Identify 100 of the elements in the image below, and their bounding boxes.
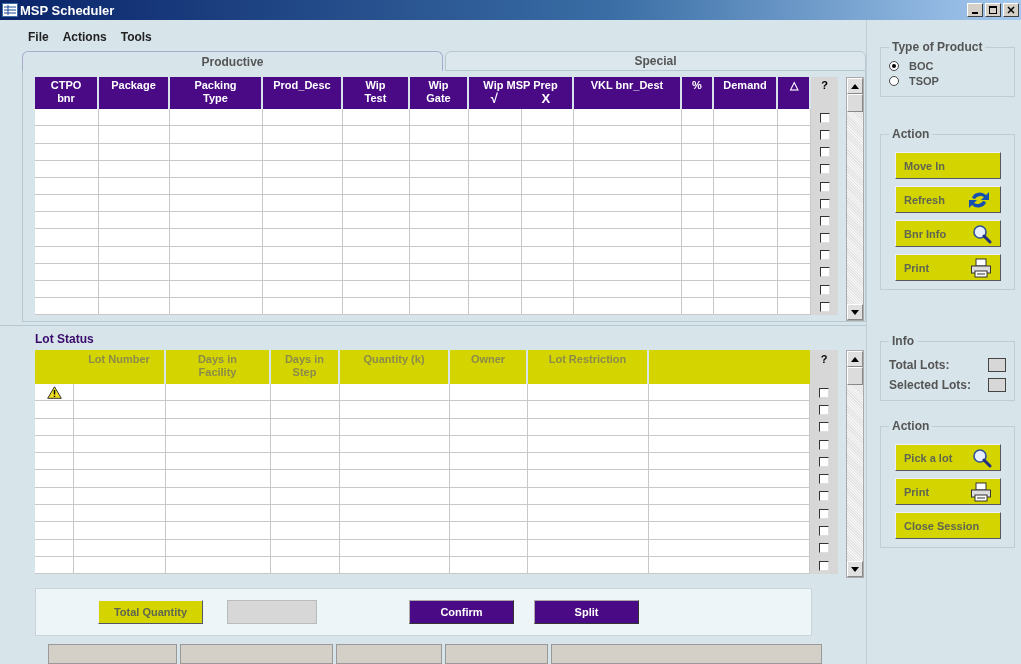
row-checkbox[interactable] [819, 404, 829, 415]
column-header: Wip Test [343, 77, 410, 110]
row-checkbox[interactable] [819, 456, 829, 467]
field-label: Selected Lots: [889, 378, 972, 392]
column-header: △ [778, 77, 811, 110]
minimize-button[interactable] [967, 3, 983, 17]
table-cell [410, 195, 469, 213]
row-checkbox[interactable] [819, 439, 829, 450]
table-cell [714, 195, 778, 213]
column-header: Quantity (k) [340, 350, 450, 384]
row-checkbox[interactable] [819, 181, 830, 192]
row-checkbox[interactable] [819, 250, 830, 261]
column-header: Days in Step [271, 350, 340, 384]
menu-item[interactable]: Actions [62, 30, 107, 49]
table-cell [522, 212, 574, 230]
radio-label[interactable]: BOC [909, 59, 934, 72]
close-icon[interactable] [1007, 6, 1015, 14]
column-header: Lot Number [74, 350, 166, 384]
tab[interactable]: Productive [22, 51, 443, 72]
menu-item[interactable]: File [28, 30, 49, 49]
scrollbar[interactable] [846, 77, 864, 322]
table-cell [469, 281, 522, 299]
radio-button[interactable] [889, 75, 899, 86]
down-arrow-icon[interactable] [851, 566, 859, 572]
row-checkbox[interactable] [819, 474, 829, 485]
row-checkbox[interactable] [819, 215, 830, 226]
row-checkbox[interactable] [819, 267, 830, 278]
column-header: Lot Restriction [528, 350, 649, 384]
maximize-icon[interactable] [989, 6, 997, 14]
column-header: % [682, 77, 714, 110]
radio-label[interactable]: TSOP [909, 74, 939, 87]
column-subheader: √ [490, 92, 498, 106]
table-cell [469, 212, 522, 230]
table-cell [522, 109, 574, 127]
table-cell [35, 109, 99, 127]
table-cell [343, 229, 410, 247]
table-cell [522, 281, 574, 299]
count-field [988, 378, 1006, 392]
scrollbar-thumb[interactable] [847, 94, 863, 113]
table-cell [343, 281, 410, 299]
table-cell [410, 212, 469, 230]
row-checkbox[interactable] [819, 387, 829, 398]
row-checkbox[interactable] [819, 526, 829, 536]
table-cell [35, 195, 99, 213]
table-cell [343, 298, 410, 316]
row-checkbox[interactable] [819, 491, 829, 502]
table-cell [682, 229, 714, 247]
table-cell [469, 126, 522, 144]
tab[interactable]: Special [445, 51, 866, 72]
table-cell [714, 281, 778, 299]
action-button[interactable]: Refresh [895, 186, 1001, 213]
action-button[interactable]: Split [534, 600, 639, 624]
action-button[interactable]: Confirm [409, 600, 514, 624]
column-header [35, 350, 74, 384]
table-cell [271, 505, 340, 523]
table-cell [35, 229, 99, 247]
table-cell [271, 522, 340, 540]
table-cell [410, 229, 469, 247]
radio-button[interactable] [889, 60, 899, 71]
table-cell [271, 470, 340, 488]
row-checkbox[interactable] [819, 112, 830, 123]
up-arrow-icon[interactable] [851, 83, 859, 89]
close-button[interactable] [1003, 3, 1019, 17]
row-checkbox[interactable] [819, 164, 830, 175]
row-checkbox[interactable] [819, 233, 830, 244]
group-label: Action [891, 419, 931, 433]
table-cell [410, 109, 469, 127]
row-checkbox[interactable] [819, 284, 830, 295]
action-button[interactable]: Print [895, 254, 1001, 281]
row-checkbox[interactable] [819, 508, 829, 519]
row-checkbox[interactable] [819, 129, 830, 140]
scrollbar[interactable] [846, 350, 864, 578]
table-cell [99, 229, 170, 247]
table-cell [343, 126, 410, 144]
row-checkbox[interactable] [819, 543, 829, 554]
table-cell [778, 195, 811, 213]
app-icon [2, 3, 18, 17]
action-button[interactable]: Move In [895, 152, 1001, 179]
total-quantity-button[interactable]: Total Quantity [98, 600, 203, 624]
table-cell [522, 126, 574, 144]
menu-item[interactable]: Tools [120, 30, 152, 49]
quantity-field[interactable] [227, 600, 317, 624]
table-cell [714, 212, 778, 230]
column-header: Package [99, 77, 170, 110]
table-cell [778, 126, 811, 144]
row-checkbox[interactable] [819, 301, 830, 312]
maximize-button[interactable] [985, 3, 1001, 17]
row-checkbox[interactable] [819, 147, 830, 158]
scrollbar-thumb[interactable] [847, 367, 863, 385]
table-cell [682, 281, 714, 299]
action-button[interactable]: Print [895, 478, 1001, 505]
up-arrow-icon[interactable] [851, 356, 859, 362]
down-arrow-icon[interactable] [851, 309, 859, 315]
row-checkbox[interactable] [819, 198, 830, 209]
action-button[interactable]: Bnr Info [895, 220, 1001, 247]
row-checkbox[interactable] [819, 560, 829, 571]
row-checkbox[interactable] [819, 422, 829, 433]
action-button[interactable]: Close Session [895, 512, 1001, 539]
action-button[interactable]: Pick a lot [895, 444, 1001, 471]
table-cell [35, 126, 99, 144]
